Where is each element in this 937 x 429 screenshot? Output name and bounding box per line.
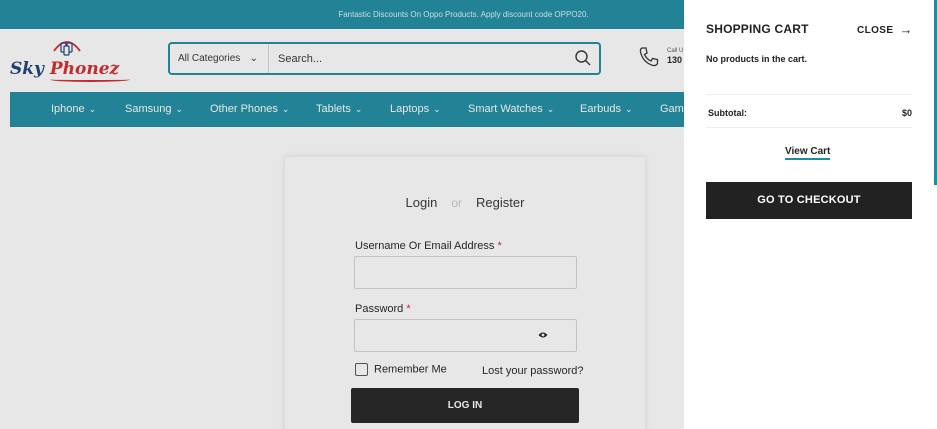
arrow-right-icon: →	[899, 22, 913, 37]
checkout-button[interactable]: GO TO CHECKOUT	[706, 182, 912, 219]
cart-title: SHOPPING CART	[706, 22, 809, 36]
close-label: CLOSE	[857, 25, 894, 36]
divider	[706, 94, 912, 95]
view-cart-link[interactable]: View Cart	[785, 146, 831, 160]
cart-drawer: SHOPPING CART CLOSE → No products in the …	[684, 0, 937, 429]
close-cart-button[interactable]: CLOSE →	[857, 22, 913, 37]
subtotal-label: Subtotal:	[708, 108, 747, 118]
cart-empty-message: No products in the cart.	[706, 54, 808, 64]
subtotal-value: $0	[901, 108, 912, 118]
divider	[706, 127, 912, 128]
page-overlay[interactable]	[0, 0, 684, 429]
